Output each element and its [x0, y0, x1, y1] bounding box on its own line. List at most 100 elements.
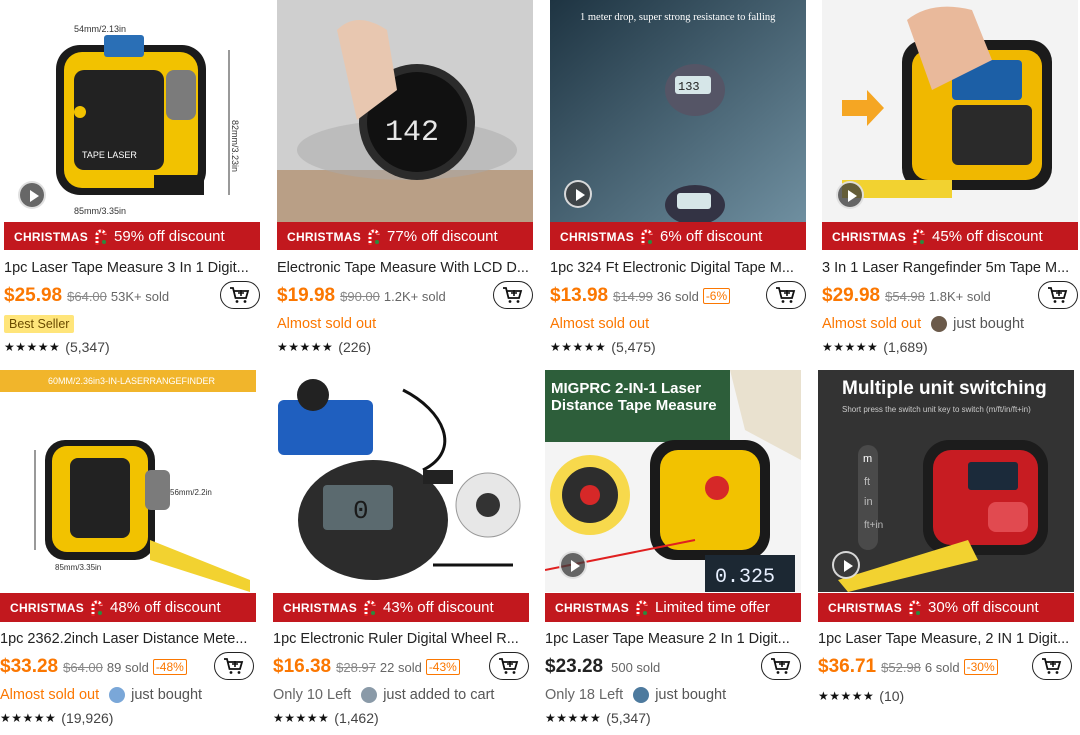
product-image[interactable]: 85mm/3.35in 56mm/2.2in 60MM/2.36in3-IN-L… [0, 370, 256, 622]
play-video-icon[interactable] [564, 180, 592, 208]
discount-banner: CHRISTMAS 59% off discount [4, 222, 260, 250]
add-to-cart-button[interactable] [1032, 652, 1072, 680]
rating-row[interactable]: ★★★★★ (226) [277, 337, 533, 357]
product-title[interactable]: 1pc Laser Tape Measure, 2 IN 1 Digit... [818, 630, 1074, 648]
product-title[interactable]: Electronic Tape Measure With LCD D... [277, 259, 533, 277]
discount-percent-badge: -6% [702, 288, 731, 304]
price-row: $29.98 $54.98 1.8K+ sold [822, 281, 1078, 311]
discount-percent-badge: -30% [963, 659, 998, 675]
candy-cane-icon [95, 229, 107, 245]
price-row: $19.98 $90.00 1.2K+ sold [277, 281, 533, 311]
meta-row: Only 18 Left just bought [545, 684, 801, 706]
discount-banner: CHRISTMAS 6% off discount [550, 222, 806, 250]
christmas-label: CHRISTMAS [560, 229, 635, 244]
sale-price: $23.28 [545, 656, 604, 677]
original-price: $52.98 [881, 659, 921, 675]
candy-cane-icon [368, 229, 380, 245]
product-title[interactable]: 1pc Laser Tape Measure 2 In 1 Digit... [545, 630, 801, 648]
buyer-avatar [109, 687, 126, 703]
product-card[interactable]: 0.325 MIGPRC 2-IN-1 Laser Distance Tape … [545, 370, 801, 728]
wheel-ruler-dark-icon: 142 [277, 0, 533, 222]
just-bought-label: just bought [655, 687, 727, 703]
discount-text: 77% off discount [387, 228, 498, 245]
cart-plus-icon [776, 287, 796, 303]
product-card[interactable]: 85mm/3.35in 56mm/2.2in 60MM/2.36in3-IN-L… [0, 370, 256, 728]
discount-banner: CHRISTMAS 45% off discount [822, 222, 1078, 250]
candy-cane-icon [636, 600, 648, 616]
best-seller-badge: Best Seller [4, 315, 75, 333]
discount-text: 30% off discount [928, 599, 1039, 616]
discount-text: Limited time offer [655, 599, 770, 616]
price-row: $33.28 $64.00 89 sold -48% [0, 652, 256, 682]
rating-row[interactable]: ★★★★★ (5,475) [550, 337, 806, 357]
sold-count: 89 sold [106, 659, 149, 675]
play-video-icon[interactable] [559, 551, 587, 579]
product-title[interactable]: 1pc Electronic Ruler Digital Wheel R... [273, 630, 529, 648]
meta-row: Only 10 Left just added to cart [273, 684, 529, 706]
image-caption: 1 meter drop, super strong resistance to… [580, 12, 776, 23]
svg-text:85mm/3.35in: 85mm/3.35in [55, 563, 101, 572]
product-card[interactable]: 0 CHRISTMAS 43% off discount 1pc Electro… [273, 370, 529, 728]
meta-row: Almost sold out [277, 313, 533, 335]
rating-row[interactable]: ★★★★★ (19,926) [0, 708, 256, 728]
add-to-cart-button[interactable] [1038, 281, 1078, 309]
product-image[interactable]: 133 1 meter drop, super strong resistanc… [550, 0, 806, 250]
play-video-icon[interactable] [836, 181, 864, 209]
product-card[interactable]: 142 CHRISTMAS 77% off discount Electroni… [277, 0, 533, 357]
product-card[interactable]: 133 1 meter drop, super strong resistanc… [550, 0, 806, 357]
image-caption: MIGPRC 2-IN-1 Laser Distance Tape Measur… [551, 380, 717, 414]
svg-text:82mm/3.23in: 82mm/3.23in [230, 120, 240, 172]
product-image[interactable]: TAPE LASER 82mm/3.23in 54mm/2.13in 85mm/… [4, 0, 260, 250]
add-to-cart-button[interactable] [214, 652, 254, 680]
product-title[interactable]: 1pc Laser Tape Measure 3 In 1 Digit... [4, 259, 260, 277]
product-image[interactable]: 0 CHRISTMAS 43% off discount [273, 370, 529, 622]
product-image[interactable]: 0.325 MIGPRC 2-IN-1 Laser Distance Tape … [545, 370, 801, 622]
review-count: (1,462) [334, 710, 379, 726]
product-image[interactable]: 142 CHRISTMAS 77% off discount [277, 0, 533, 250]
add-to-cart-button[interactable] [493, 281, 533, 309]
product-image[interactable]: CHRISTMAS 45% off discount [822, 0, 1078, 250]
product-image[interactable]: m ft in ft+in Multiple unit switching Sh… [818, 370, 1074, 622]
price-row: $13.98 $14.99 36 sold -6% [550, 281, 806, 311]
product-title[interactable]: 1pc 2362.2inch Laser Distance Mete... [0, 630, 256, 648]
rating-row[interactable]: ★★★★★ (5,347) [4, 337, 260, 357]
rating-row[interactable]: ★★★★★ (1,689) [822, 337, 1078, 357]
product-card[interactable]: m ft in ft+in Multiple unit switching Sh… [818, 370, 1074, 706]
discount-percent-badge: -43% [425, 659, 460, 675]
svg-text:TAPE LASER: TAPE LASER [82, 150, 137, 160]
product-title[interactable]: 1pc 324 Ft Electronic Digital Tape M... [550, 259, 806, 277]
svg-text:ft+in: ft+in [864, 520, 883, 531]
svg-text:56mm/2.2in: 56mm/2.2in [170, 488, 212, 497]
product-card[interactable]: TAPE LASER 82mm/3.23in 54mm/2.13in 85mm/… [4, 0, 260, 357]
image-subcaption: Short press the switch unit key to switc… [842, 405, 1031, 414]
christmas-label: CHRISTMAS [832, 229, 907, 244]
candy-cane-icon [913, 229, 925, 245]
product-card[interactable]: CHRISTMAS 45% off discount 3 In 1 Laser … [822, 0, 1078, 357]
stock-left-label: Only 10 Left [273, 687, 352, 703]
add-to-cart-button[interactable] [761, 652, 801, 680]
sale-price: $36.71 [818, 656, 877, 677]
add-to-cart-button[interactable] [766, 281, 806, 309]
sold-count: 1.2K+ sold [383, 288, 446, 304]
original-price: $54.98 [885, 288, 925, 304]
cart-plus-icon [230, 287, 250, 303]
play-video-icon[interactable] [832, 551, 860, 579]
meta-row: Best Seller [4, 313, 260, 335]
add-to-cart-button[interactable] [489, 652, 529, 680]
buyer-avatar [633, 687, 650, 703]
rating-row[interactable]: ★★★★★ (1,462) [273, 708, 529, 728]
sale-price: $16.38 [273, 656, 332, 677]
review-count: (5,347) [65, 339, 110, 355]
sold-count: 500 sold [611, 659, 661, 675]
discount-banner: CHRISTMAS 43% off discount [273, 593, 529, 622]
wheel-ruler-kit-icon: 0 [273, 370, 529, 592]
rating-row[interactable]: ★★★★★ (5,347) [545, 708, 801, 728]
product-title[interactable]: 3 In 1 Laser Rangefinder 5m Tape M... [822, 259, 1078, 277]
rating-row[interactable]: ★★★★★ (10) [818, 686, 1074, 706]
add-to-cart-button[interactable] [220, 281, 260, 309]
review-count: (1,689) [883, 339, 928, 355]
image-caption: 60MM/2.36in3-IN-LASERRANGEFINDER [48, 376, 216, 386]
play-video-icon[interactable] [18, 181, 46, 209]
star-rating-icon: ★★★★★ [545, 711, 602, 725]
svg-text:in: in [864, 496, 873, 508]
